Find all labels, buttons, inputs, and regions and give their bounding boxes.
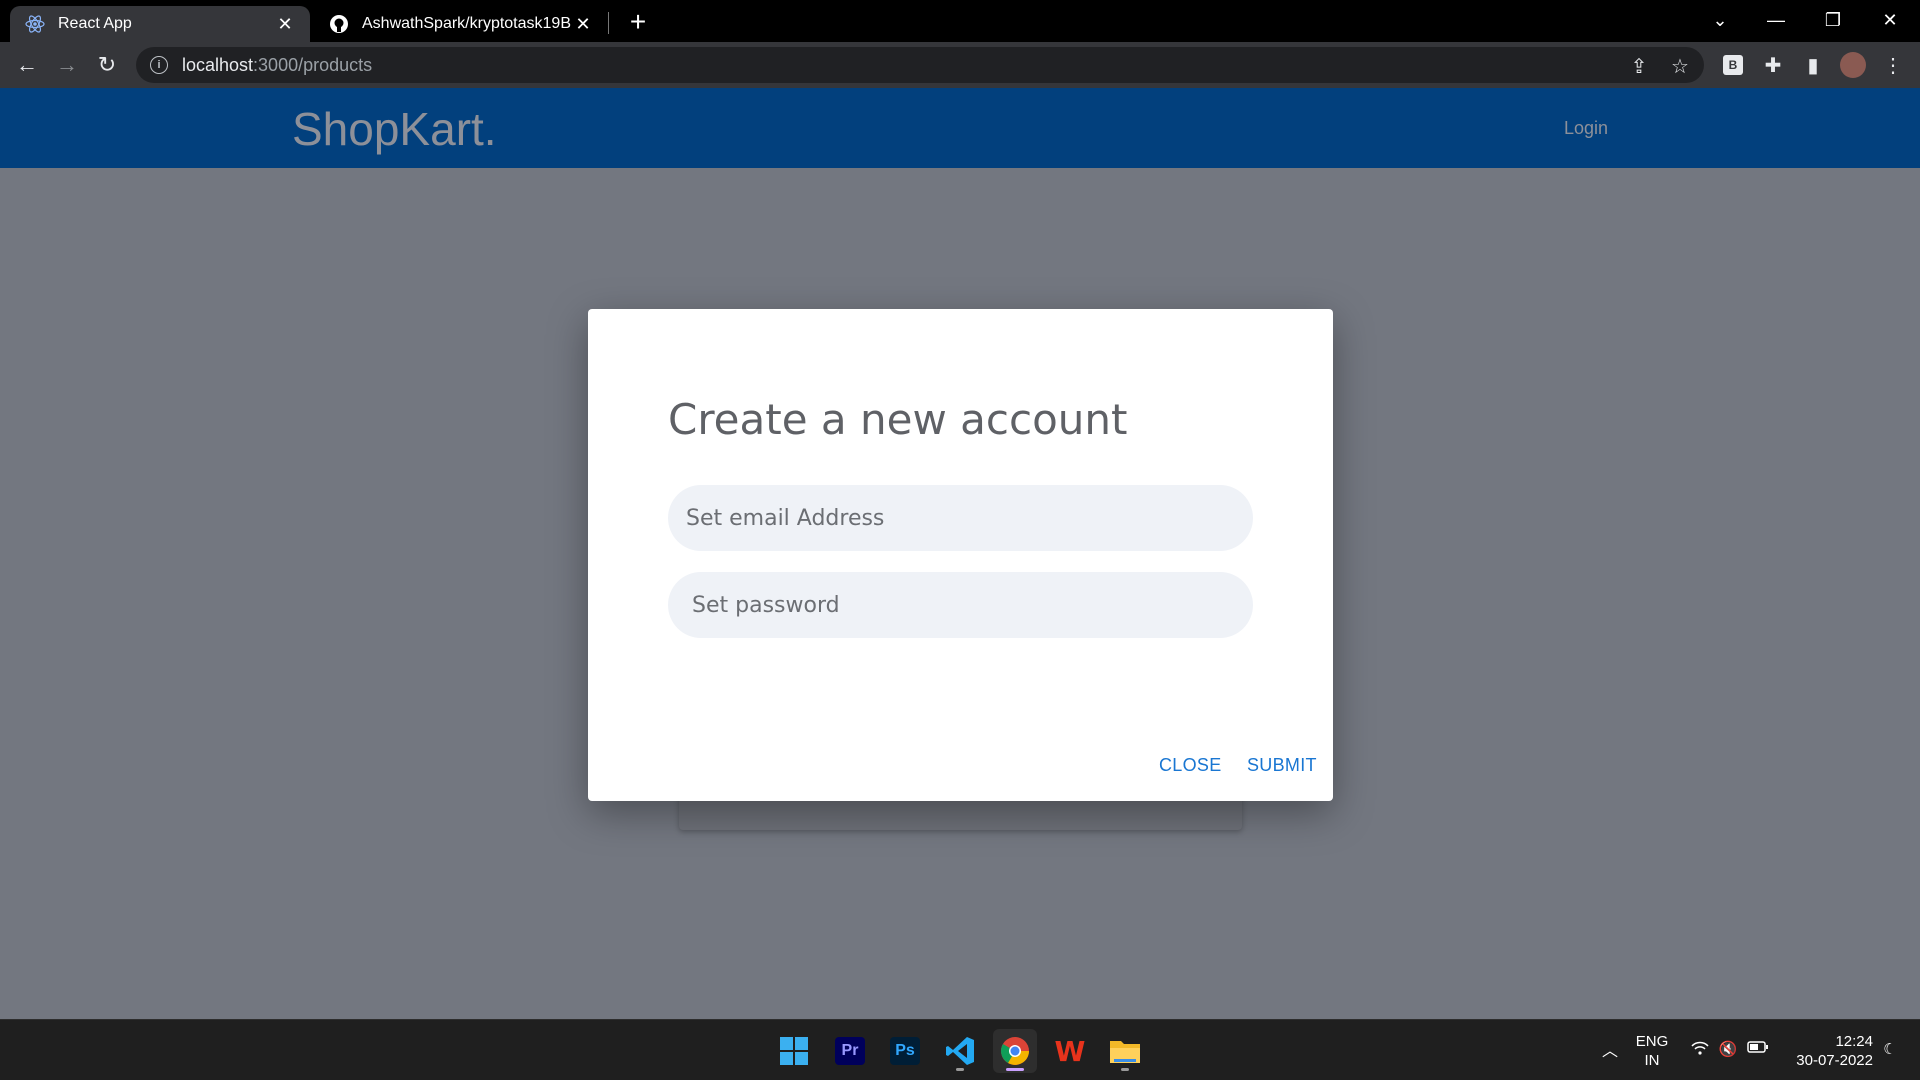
browser-tab-strip: React App ✕ AshwathSpark/kryptotask19BIT… [0, 0, 1920, 42]
reload-icon[interactable]: ↻ [93, 51, 121, 79]
react-icon [24, 13, 46, 35]
wps-office-icon[interactable]: W [1048, 1029, 1092, 1073]
extensions-puzzle-icon[interactable]: ✚ [1760, 52, 1786, 78]
browser-toolbar: ← → ↻ i localhost:3000/products ⇪ ☆ B ✚ … [0, 42, 1920, 88]
tab-github[interactable]: AshwathSpark/kryptotask19BIT02 ✕ [316, 6, 606, 42]
dialog-title: Create a new account [668, 395, 1128, 444]
close-tab-icon[interactable]: ✕ [572, 13, 594, 35]
brand-logo[interactable]: ShopKart. [292, 102, 497, 156]
github-icon [328, 13, 350, 35]
site-navbar: ShopKart. Login [0, 88, 1920, 168]
tab-title: AshwathSpark/kryptotask19BIT02 [362, 15, 572, 32]
battery-icon[interactable] [1746, 1040, 1770, 1059]
side-panel-icon[interactable]: ▮ [1800, 52, 1826, 78]
chrome-icon[interactable] [993, 1029, 1037, 1073]
url-host: localhost [182, 54, 254, 75]
vs-code-icon[interactable] [938, 1029, 982, 1073]
share-icon[interactable]: ⇪ [1629, 56, 1649, 78]
site-info-icon[interactable]: i [150, 56, 168, 74]
password-input[interactable] [668, 572, 1253, 638]
tab-divider [608, 12, 609, 34]
back-icon[interactable]: ← [13, 51, 41, 79]
extension-b-icon[interactable]: B [1720, 52, 1746, 78]
bookmark-star-icon[interactable]: ☆ [1670, 56, 1690, 78]
address-bar[interactable]: i localhost:3000/products ⇪ ☆ [136, 47, 1704, 83]
forward-icon[interactable]: → [53, 51, 81, 79]
tab-react-app[interactable]: React App ✕ [10, 6, 310, 42]
show-hidden-icons-icon[interactable]: ︿ [1598, 1042, 1622, 1061]
extension-badge: B [1723, 55, 1743, 75]
close-button[interactable]: CLOSE [1159, 755, 1222, 776]
premiere-pro-icon[interactable]: Pr [828, 1029, 872, 1073]
restore-button[interactable]: ❐ [1813, 0, 1853, 40]
language-indicator[interactable]: ENG IN [1632, 1032, 1672, 1070]
windows-taskbar: Pr Ps W ︿ ENG IN 🔇 12:24 30-07-2022 ☾ [0, 1019, 1920, 1080]
minimize-button[interactable]: — [1756, 0, 1796, 40]
clock-time: 12:24 [1835, 1033, 1873, 1050]
photoshop-icon[interactable]: Ps [883, 1029, 927, 1073]
clock-date: 30-07-2022 [1796, 1052, 1873, 1069]
window-close-button[interactable]: ✕ [1870, 0, 1910, 40]
submit-button[interactable]: SUBMIT [1247, 755, 1317, 776]
region-code: IN [1644, 1052, 1660, 1069]
notifications-moon-icon[interactable]: ☾ [1878, 1040, 1902, 1059]
email-input[interactable] [668, 485, 1253, 551]
avatar[interactable] [1840, 52, 1866, 78]
tab-search-icon[interactable]: ⌄ [1700, 0, 1740, 40]
close-tab-icon[interactable]: ✕ [274, 13, 296, 35]
wifi-icon[interactable] [1688, 1041, 1712, 1060]
url-path: :3000/products [253, 54, 373, 75]
tab-title: React App [58, 15, 132, 32]
login-link[interactable]: Login [1564, 118, 1608, 139]
clock[interactable]: 12:24 30-07-2022 [1783, 1032, 1873, 1070]
file-explorer-icon[interactable] [1103, 1029, 1147, 1073]
menu-kebab-icon[interactable]: ⋮ [1880, 52, 1906, 78]
page-backdrop: ShopKart. Login Create a new account CLO… [0, 88, 1920, 1019]
windows-start-icon[interactable] [772, 1029, 816, 1073]
new-tab-button[interactable]: + [624, 6, 652, 37]
language-code: ENG [1635, 1033, 1669, 1050]
volume-muted-icon[interactable]: 🔇 [1716, 1040, 1740, 1059]
signup-dialog: Create a new account CLOSE SUBMIT [588, 309, 1333, 801]
